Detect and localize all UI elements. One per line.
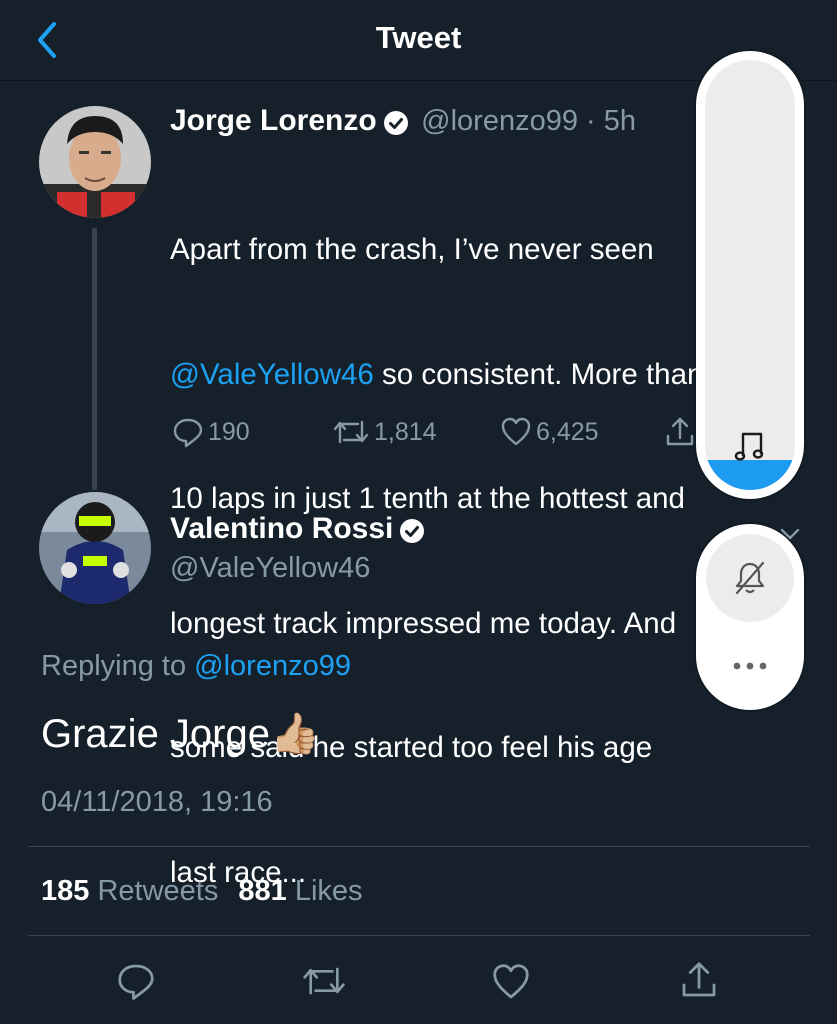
music-note-icon (734, 429, 766, 468)
replying-to-link[interactable]: @lorenzo99 (194, 650, 351, 682)
tweet-line: @ValeYellow46 so consistent. More than (170, 354, 703, 396)
tweet-author-row: Jorge Lorenzo @lorenzo99 · 5h (170, 104, 636, 141)
retweets-stat[interactable]: 185 Retweets (41, 875, 218, 907)
share-action[interactable] (664, 416, 696, 448)
divider (28, 935, 810, 936)
tweet-line: Apart from the crash, I’ve never seen (170, 233, 654, 266)
more-icon[interactable] (732, 658, 768, 676)
thread-connector (92, 228, 97, 490)
retweets-number: 185 (41, 875, 90, 907)
reply-action[interactable]: 190 (172, 416, 250, 448)
reply-text-content: Grazie Jorge (41, 712, 270, 756)
reply-icon (173, 418, 203, 448)
author-name[interactable]: Jorge Lorenzo (170, 104, 377, 137)
retweets-label: Retweets (89, 875, 219, 907)
retweet-action[interactable]: 1,814 (332, 416, 437, 448)
retweet-count: 1,814 (374, 417, 437, 446)
avatar-valentino-rossi[interactable] (39, 492, 151, 604)
tweet-timestamp: 04/11/2018, 19:16 (41, 786, 273, 818)
heart-icon[interactable] (491, 962, 531, 1007)
ringer-controls (696, 524, 804, 710)
reply-count: 190 (208, 417, 250, 446)
heart-icon (501, 417, 531, 446)
retweet-icon (333, 420, 369, 444)
replying-to: Replying to @lorenzo99 (41, 650, 351, 683)
replying-prefix: Replying to (41, 650, 195, 682)
avatar-jorge-lorenzo[interactable] (39, 106, 151, 218)
author-name[interactable]: Valentino Rossi (170, 512, 393, 545)
bell-off-icon (734, 560, 766, 601)
volume-track (705, 60, 795, 490)
reply-icon[interactable] (116, 961, 156, 1006)
mute-toggle[interactable] (706, 534, 794, 622)
share-icon[interactable] (679, 960, 719, 1005)
reply-text: Grazie Jorge👍🏼 (41, 710, 320, 757)
thumbs-up-emoji: 👍🏼 (269, 712, 320, 756)
retweet-icon[interactable] (301, 961, 347, 1006)
tweet-line: longest track impressed me today. And (170, 606, 677, 640)
mention-link[interactable]: @ValeYellow46 (170, 358, 374, 391)
tweet-line-text: so consistent. More than (373, 357, 704, 391)
likes-number: 881 (238, 875, 287, 907)
like-count: 6,425 (536, 417, 599, 446)
reply-author-row: Valentino Rossi (170, 512, 425, 549)
share-icon (666, 417, 694, 446)
likes-label: Likes (286, 875, 363, 907)
like-action[interactable]: 6,425 (500, 416, 599, 448)
tweet-stats: 185 Retweets 881 Likes (41, 875, 363, 908)
likes-stat[interactable]: 881 Likes (238, 875, 362, 907)
divider (28, 846, 810, 847)
verified-badge-icon (383, 110, 409, 141)
volume-slider[interactable] (696, 51, 804, 499)
author-handle: @ValeYellow46 (170, 552, 371, 584)
author-handle-time: @lorenzo99 · 5h (421, 105, 636, 137)
page-title: Tweet (375, 20, 462, 55)
verified-badge-icon (399, 518, 425, 549)
